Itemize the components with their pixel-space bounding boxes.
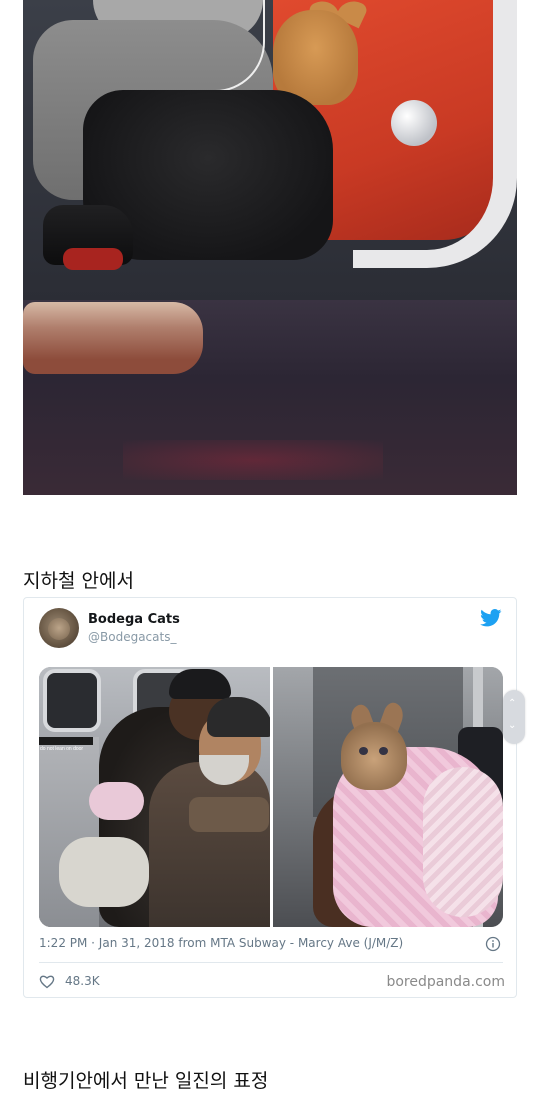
kitten-eye-left	[359, 747, 368, 755]
heart-icon[interactable]	[39, 974, 55, 989]
tweet-meta[interactable]: 1:22 PM · Jan 31, 2018 from MTA Subway -…	[39, 936, 403, 950]
kitten-face	[341, 722, 407, 790]
post-caption: 지하철 안에서	[23, 570, 134, 592]
embedded-tweet[interactable]: Bodega Cats @Bodegacats_ do not lean on …	[23, 597, 517, 998]
kitten-photo-blanket-edge	[423, 767, 503, 917]
tweet-like-count[interactable]: 48.3K	[65, 974, 100, 988]
photo-seat-knob	[391, 100, 437, 146]
tweet-source-link[interactable]: boredpanda.com	[386, 974, 505, 990]
men-photo-hat	[169, 669, 231, 699]
twitter-bird-icon[interactable]	[480, 609, 502, 627]
subway-dog-photo	[23, 0, 517, 495]
avatar[interactable]	[39, 608, 79, 648]
info-icon[interactable]	[485, 936, 501, 952]
svg-text:do not lean on door: do not lean on door	[40, 746, 83, 752]
photo-seat-edge	[353, 0, 517, 268]
tweet-handle[interactable]: @Bodegacats_	[88, 630, 176, 644]
men-photo-pants	[59, 837, 149, 907]
carousel-scroll-control[interactable]: ⌃ ⌄	[503, 690, 525, 744]
chevron-up-icon[interactable]: ⌃	[508, 698, 516, 709]
avatar-cat	[48, 618, 70, 640]
photo-floor-tint	[123, 440, 383, 480]
men-photo-window-left	[43, 669, 101, 732]
photo-sneaker-red	[63, 248, 123, 270]
tweet-media[interactable]: do not lean on door	[39, 667, 503, 927]
men-photo-scarf	[189, 797, 269, 832]
photo-armrest	[23, 302, 203, 374]
tweet-divider	[39, 962, 503, 963]
men-photo-door-sticker: do not lean on door	[39, 737, 93, 752]
tweet-display-name[interactable]: Bodega Cats	[88, 612, 180, 627]
tweet-photo-kitten[interactable]	[273, 667, 503, 927]
men-photo-man-right	[149, 762, 270, 927]
chevron-down-icon[interactable]: ⌄	[508, 720, 516, 731]
men-photo-kitten-bundle	[89, 782, 144, 820]
tweet-photo-men[interactable]: do not lean on door	[39, 667, 270, 927]
kitten-eye-right	[379, 747, 388, 755]
